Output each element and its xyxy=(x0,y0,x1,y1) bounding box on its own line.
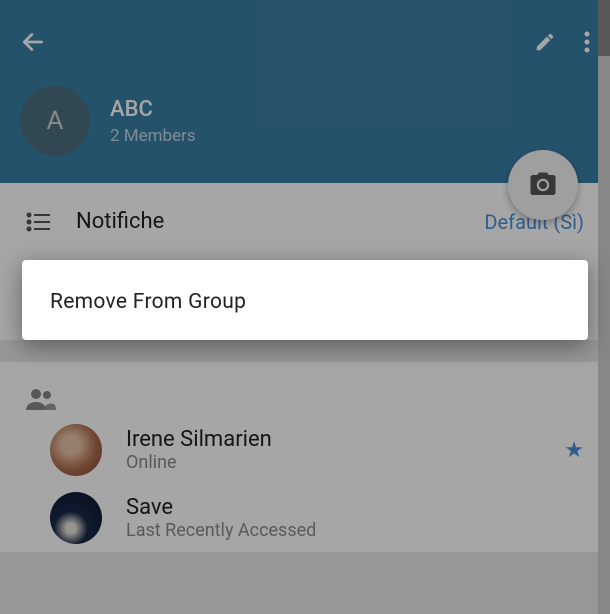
group-members-count: 2 Members xyxy=(110,126,196,146)
people-icon xyxy=(26,388,56,410)
star-icon: ★ xyxy=(564,438,584,463)
back-button[interactable] xyxy=(20,29,46,55)
member-status: Online xyxy=(126,452,540,473)
member-status: Last Recently Accessed xyxy=(126,520,584,541)
profile-header: A ABC 2 Members xyxy=(0,0,610,183)
member-name: Save xyxy=(126,495,584,520)
list-icon xyxy=(26,212,52,232)
camera-icon xyxy=(528,170,558,200)
remove-from-group-option[interactable]: Remove From Group xyxy=(50,290,560,314)
members-section: Irene Silmarien Online ★ Save Last Recen… xyxy=(0,362,610,552)
scrollbar-thumb[interactable] xyxy=(598,0,610,56)
group-info: A ABC 2 Members xyxy=(0,66,610,156)
pencil-icon xyxy=(534,31,556,53)
member-row[interactable]: Save Last Recently Accessed xyxy=(50,484,610,552)
section-divider xyxy=(0,340,610,362)
more-button[interactable] xyxy=(584,31,590,53)
context-menu: Remove From Group xyxy=(22,260,588,340)
member-avatar xyxy=(50,424,102,476)
member-name: Irene Silmarien xyxy=(126,427,540,452)
edit-button[interactable] xyxy=(534,31,556,53)
notifications-label: Notifiche xyxy=(76,209,484,234)
group-avatar[interactable]: A xyxy=(20,86,90,156)
back-arrow-icon xyxy=(20,29,46,55)
group-name: ABC xyxy=(110,97,196,122)
top-bar xyxy=(0,18,610,66)
scrollbar[interactable] xyxy=(598,0,610,614)
more-vertical-icon xyxy=(584,31,590,53)
member-avatar xyxy=(50,492,102,544)
camera-fab[interactable] xyxy=(508,150,578,220)
member-row[interactable]: Irene Silmarien Online ★ xyxy=(50,416,610,484)
